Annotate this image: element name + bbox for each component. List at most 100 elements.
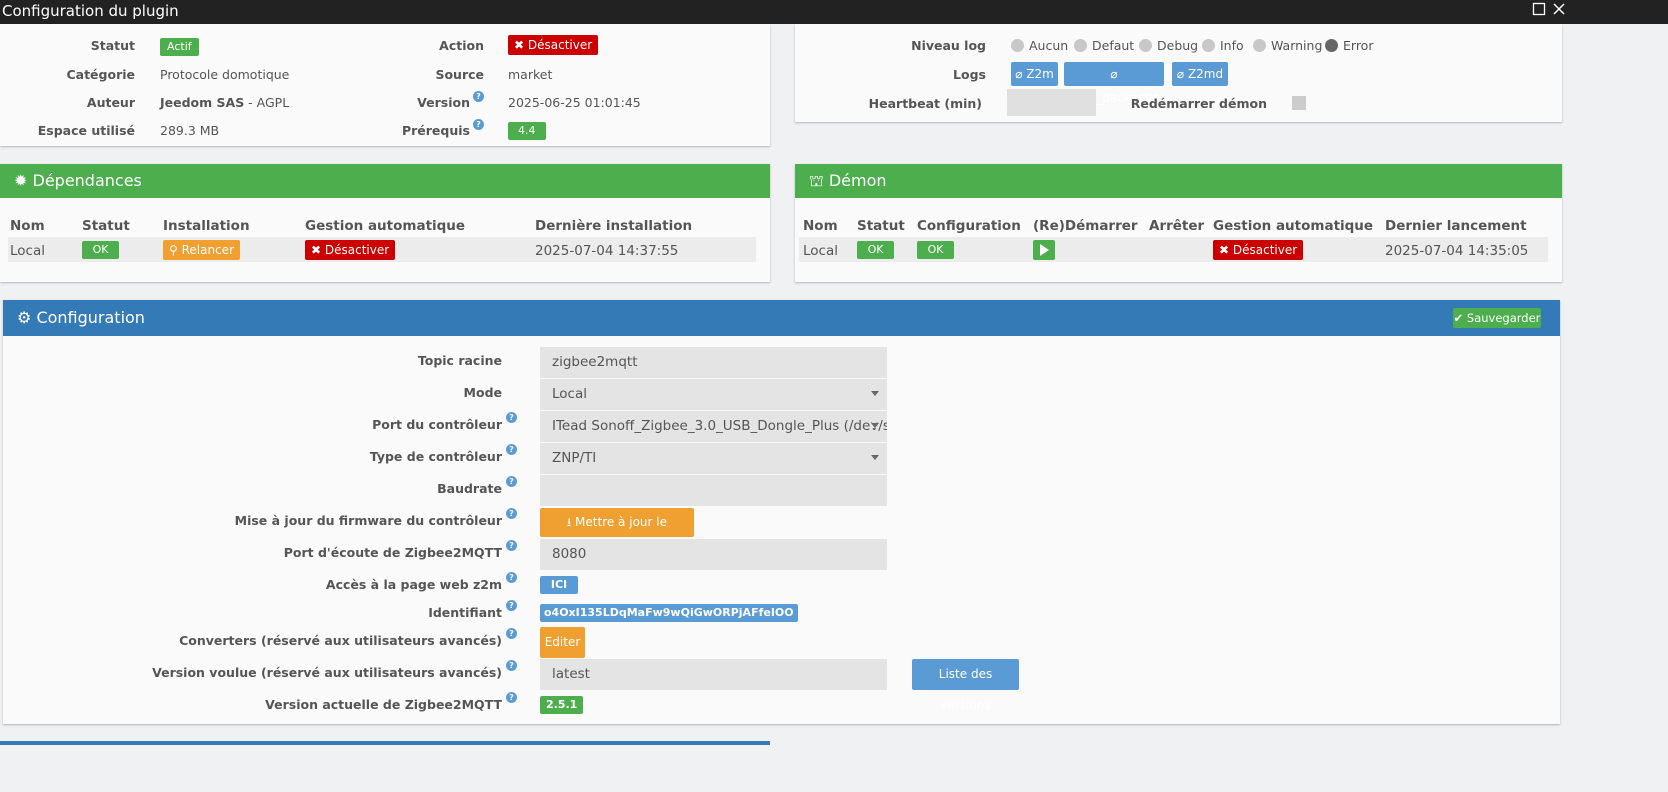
bank-icon: ⛫ bbox=[809, 171, 824, 190]
categorie-label: Catégorie bbox=[66, 67, 135, 82]
auteur-value: Jeedom SAS - AGPL bbox=[160, 95, 289, 110]
editer-button[interactable]: Editer bbox=[540, 627, 585, 658]
level-error-label: Error bbox=[1343, 38, 1374, 53]
log-panel: Niveau log Aucun Defaut Debug Info Warni… bbox=[795, 24, 1562, 122]
mode-select[interactable]: Local bbox=[540, 379, 887, 410]
demon-row-nom: Local bbox=[803, 243, 838, 259]
type-help-icon[interactable]: ? bbox=[506, 444, 517, 455]
log-z2m-packages-button[interactable]: ⌀ Z2m_packages bbox=[1064, 62, 1164, 105]
desactiver-plugin-button[interactable]: ✖ Désactiver bbox=[508, 35, 599, 55]
dependances-header: ✹ Dépendances bbox=[0, 164, 770, 198]
radio-error[interactable] bbox=[1325, 39, 1338, 52]
restart-daemon-label: Redémarrer démon bbox=[1130, 96, 1267, 111]
demon-col-arreter: Arrêter bbox=[1149, 218, 1205, 234]
demon-col-gestion: Gestion automatique bbox=[1213, 218, 1374, 234]
radio-debug[interactable] bbox=[1139, 39, 1152, 52]
current-version-badge: 2.5.1 bbox=[540, 696, 584, 714]
source-value: market bbox=[508, 67, 553, 82]
converters-help-icon[interactable]: ? bbox=[506, 628, 517, 639]
listen-port-help-icon[interactable]: ? bbox=[506, 540, 517, 551]
dependances-panel: ✹ Dépendances Nom Statut Installation Ge… bbox=[0, 164, 770, 282]
chevron-down-icon bbox=[871, 455, 879, 460]
radio-warning[interactable] bbox=[1253, 39, 1266, 52]
relancer-label: Relancer bbox=[181, 243, 234, 257]
demon-panel: ⛫ Démon Nom Statut Configuration (Re)Dém… bbox=[795, 164, 1562, 282]
log-z2m-button[interactable]: ⌀ Z2m bbox=[1011, 62, 1058, 86]
current-version-help-icon[interactable]: ? bbox=[506, 692, 517, 703]
demon-col-statut: Statut bbox=[857, 218, 905, 234]
demon-col-demarrer: (Re)Démarrer bbox=[1033, 218, 1138, 234]
level-aucun-label: Aucun bbox=[1029, 38, 1069, 53]
window-titlebar: Configuration du plugin bbox=[0, 0, 1668, 24]
download-icon: ⭳ bbox=[567, 515, 572, 529]
topic-input[interactable]: zigbee2mqtt bbox=[540, 347, 887, 378]
baudrate-label: Baudrate bbox=[437, 481, 502, 496]
auteur-name: Jeedom SAS bbox=[160, 95, 245, 110]
action-label: Action bbox=[439, 38, 484, 53]
dep-col-gestion: Gestion automatique bbox=[305, 218, 466, 234]
demon-status-badge: OK bbox=[857, 241, 894, 259]
log-z2md-button[interactable]: ⌀ Z2md bbox=[1172, 62, 1228, 86]
radio-defaut[interactable] bbox=[1074, 39, 1087, 52]
relancer-button[interactable]: ⚲ Relancer bbox=[163, 240, 240, 260]
dep-col-derniere: Dernière installation bbox=[535, 218, 693, 234]
port-help-icon[interactable]: ? bbox=[506, 412, 517, 423]
liste-versions-button[interactable]: Liste des versions bbox=[912, 659, 1019, 712]
prerequis-help-icon[interactable]: ? bbox=[473, 119, 484, 130]
radio-info[interactable] bbox=[1202, 39, 1215, 52]
dep-row-derniere: 2025-07-04 14:37:55 bbox=[535, 243, 679, 259]
baudrate-help-icon[interactable]: ? bbox=[506, 476, 517, 487]
version-help-icon[interactable]: ? bbox=[473, 91, 484, 102]
identifiant-help-icon[interactable]: ? bbox=[506, 600, 517, 611]
configuration-header: ⚙ Configuration bbox=[3, 300, 1560, 336]
topic-label: Topic racine bbox=[417, 353, 502, 368]
web-access-link[interactable]: ICI bbox=[540, 576, 578, 594]
radio-aucun[interactable] bbox=[1011, 39, 1024, 52]
heartbeat-input[interactable] bbox=[1007, 89, 1096, 116]
converters-label: Converters (réservé aux utilisateurs ava… bbox=[179, 633, 502, 648]
close-icon[interactable] bbox=[1550, 2, 1568, 20]
demon-col-dernier: Dernier lancement bbox=[1385, 218, 1527, 234]
demon-row-dernier: 2025-07-04 14:35:05 bbox=[1385, 243, 1529, 259]
chevron-down-icon bbox=[871, 391, 879, 396]
demon-auto-desactiver-button[interactable]: ✖ Désactiver bbox=[1213, 240, 1304, 260]
sauvegarder-button[interactable]: ✔ Sauvegarder bbox=[1453, 308, 1541, 328]
sauvegarder-label: Sauvegarder bbox=[1466, 311, 1541, 325]
prerequis-badge: 4.4 bbox=[508, 122, 546, 140]
listen-port-input[interactable]: 8080 bbox=[540, 539, 887, 570]
dep-auto-desactiver-button[interactable]: ✖ Désactiver bbox=[305, 240, 396, 260]
dep-col-nom: Nom bbox=[10, 218, 45, 234]
level-info-label: Info bbox=[1220, 38, 1244, 53]
dep-status-badge: OK bbox=[82, 241, 119, 259]
maximize-icon[interactable] bbox=[1530, 2, 1548, 20]
web-access-help-icon[interactable]: ? bbox=[506, 572, 517, 583]
dep-auto-desactiver-label: Désactiver bbox=[324, 243, 390, 257]
listen-port-label: Port d'écoute de Zigbee2MQTT bbox=[283, 545, 502, 560]
auteur-label: Auteur bbox=[86, 95, 135, 110]
desactiver-plugin-label: Désactiver bbox=[527, 38, 593, 52]
chevron-down-icon bbox=[871, 423, 879, 428]
demon-auto-desactiver-label: Désactiver bbox=[1232, 243, 1298, 257]
statut-badge: Actif bbox=[160, 38, 199, 56]
espace-value: 289.3 MB bbox=[160, 123, 220, 138]
prerequis-label: Prérequis bbox=[401, 123, 470, 138]
type-value: ZNP/TI bbox=[552, 450, 597, 466]
level-defaut-label: Defaut bbox=[1092, 38, 1135, 53]
firmware-update-button[interactable]: ⭳ Mettre à jour le firmware bbox=[540, 508, 694, 558]
type-select[interactable]: ZNP/TI bbox=[540, 443, 887, 474]
play-icon[interactable] bbox=[1033, 240, 1055, 260]
identifiant-value: o4OxI135LDqMaFw9wQiGwORPjAFfeIOO bbox=[540, 604, 798, 622]
dependances-title: Dépendances bbox=[32, 171, 142, 190]
dep-col-statut: Statut bbox=[82, 218, 130, 234]
demon-title: Démon bbox=[828, 171, 887, 190]
restart-daemon-checkbox[interactable] bbox=[1292, 96, 1306, 110]
gears-icon: ⚙ bbox=[17, 308, 32, 327]
port-select[interactable]: ITead Sonoff_Zigbee_3.0_USB_Dongle_Plus … bbox=[540, 411, 887, 442]
wanted-version-help-icon[interactable]: ? bbox=[506, 660, 517, 671]
wanted-version-input[interactable]: latest bbox=[540, 659, 887, 690]
firmware-help-icon[interactable]: ? bbox=[506, 508, 517, 519]
baudrate-input[interactable] bbox=[540, 475, 887, 506]
next-panel-header-edge bbox=[0, 741, 770, 745]
level-debug-label: Debug bbox=[1157, 38, 1199, 53]
auteur-license: - AGPL bbox=[244, 95, 290, 110]
